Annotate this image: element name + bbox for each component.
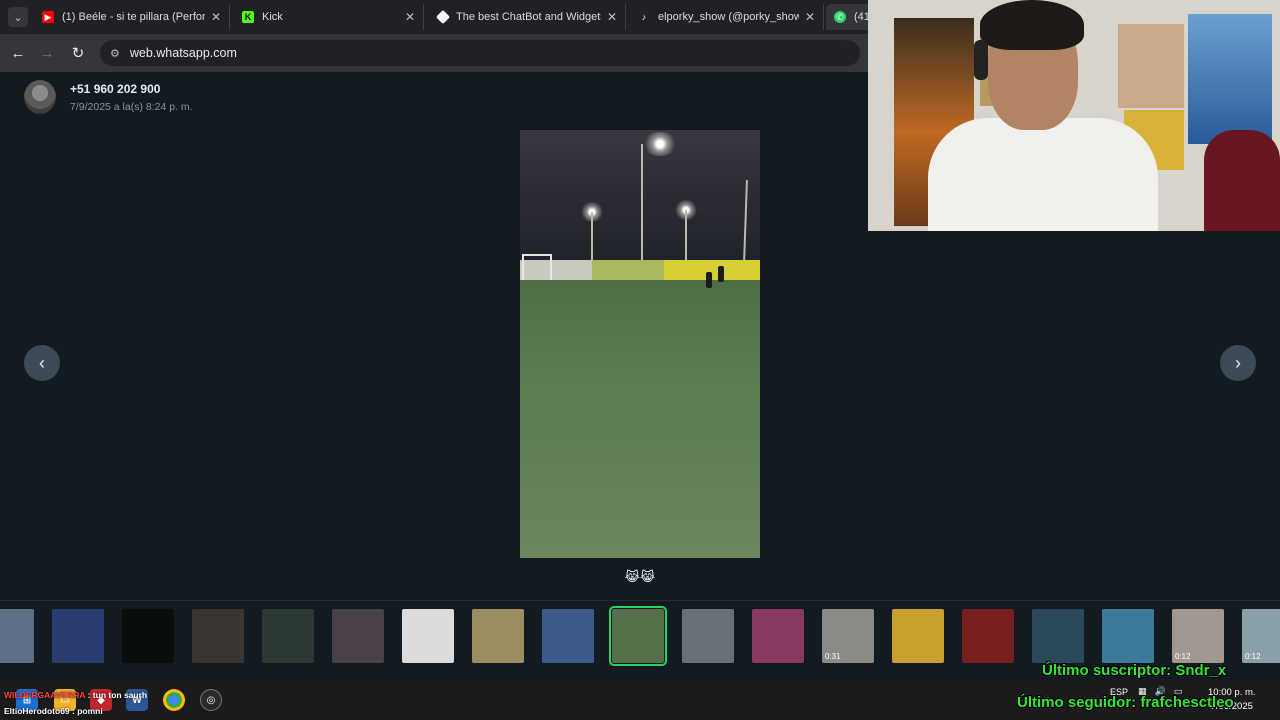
- close-icon[interactable]: ✕: [607, 10, 617, 24]
- grass-pitch: [520, 280, 760, 558]
- media-thumbnail[interactable]: [122, 609, 174, 663]
- stadium-wall: [520, 260, 760, 282]
- video-duration-badge: 0:12: [1175, 652, 1191, 661]
- poster: [1118, 24, 1184, 108]
- media-thumbnail[interactable]: [752, 609, 804, 663]
- player-figure: [706, 272, 712, 288]
- tab-label: (1) Beéle - si te pillara (Performa: [62, 11, 205, 23]
- close-icon[interactable]: ✕: [405, 10, 415, 24]
- streamelements-icon: [435, 9, 451, 25]
- stream-chat-overlay: WILDERGAAVERRA : tun ton saurh EltioHero…: [4, 687, 147, 719]
- forward-arrow-icon[interactable]: →: [36, 42, 58, 64]
- media-thumbnail[interactable]: [52, 609, 104, 663]
- media-thumbnail[interactable]: [192, 609, 244, 663]
- media-thumbnail[interactable]: 0:31: [822, 609, 874, 663]
- media-thumbnail[interactable]: 0:12: [1242, 609, 1280, 663]
- close-icon[interactable]: ✕: [211, 10, 221, 24]
- tab-streamelements[interactable]: The best ChatBot and Widgets ✕: [430, 4, 626, 30]
- person-body: [928, 118, 1158, 231]
- next-media-button[interactable]: ›: [1220, 345, 1256, 381]
- media-thumbnail[interactable]: [1102, 609, 1154, 663]
- media-thumbnail[interactable]: [472, 609, 524, 663]
- obs-icon[interactable]: ◎: [200, 689, 222, 711]
- chair: [1204, 130, 1280, 231]
- video-duration-badge: 0:12: [1245, 652, 1261, 661]
- media-thumbnail[interactable]: [262, 609, 314, 663]
- last-subscriber-overlay: Último suscriptor: Sndr_x: [1042, 662, 1227, 679]
- headset: [974, 40, 988, 80]
- whatsapp-icon: ✆: [834, 11, 846, 23]
- media-thumbnail[interactable]: [0, 609, 34, 663]
- address-url[interactable]: web.whatsapp.com: [130, 46, 237, 60]
- chrome-icon[interactable]: [163, 689, 185, 711]
- sender-name: +51 960 202 900: [70, 81, 161, 96]
- sender-info: +51 960 202 900 7/9/2025 a la(s) 8:24 p.…: [24, 80, 193, 114]
- media-video-frame[interactable]: [520, 130, 760, 558]
- floodlight: [642, 132, 678, 156]
- chat-message: : tun ton saurh: [87, 690, 148, 700]
- address-bar[interactable]: ⚙ web.whatsapp.com: [100, 40, 860, 66]
- webcam-overlay: [868, 0, 1280, 231]
- tab-kick[interactable]: K Kick ✕: [234, 4, 424, 30]
- soccer-goal: [522, 254, 552, 282]
- tab-label: elporky_show (@porky_showof: [658, 11, 799, 23]
- media-thumbnail[interactable]: [332, 609, 384, 663]
- site-settings-icon[interactable]: ⚙: [110, 47, 120, 60]
- chat-nick: WILDERGAAVERRA: [4, 690, 86, 700]
- media-thumbnail[interactable]: [1032, 609, 1084, 663]
- night-sky: [520, 130, 760, 280]
- media-thumbnail[interactable]: [402, 609, 454, 663]
- chat-message: : pomni: [72, 706, 103, 716]
- tab-tiktok[interactable]: ♪ elporky_show (@porky_showof ✕: [630, 4, 824, 30]
- sender-timestamp: 7/9/2025 a la(s) 8:24 p. m.: [70, 100, 193, 113]
- media-thumbnail[interactable]: [609, 606, 667, 666]
- tiktok-icon: ♪: [641, 12, 647, 22]
- media-thumbnail[interactable]: 0:12: [1172, 609, 1224, 663]
- chat-line: EltioHerodoto69 : pomni: [4, 703, 147, 719]
- chat-nick: EltioHerodoto69: [4, 706, 70, 716]
- media-thumbnail[interactable]: [892, 609, 944, 663]
- last-follower-overlay: Último seguidor: frafchesctleo: [1017, 694, 1234, 711]
- media-caption: 😹😹: [624, 569, 656, 584]
- tab-label: Kick: [262, 11, 283, 23]
- tab-search-chevron-icon[interactable]: ⌄: [8, 7, 28, 27]
- person-hair: [980, 0, 1084, 50]
- kick-icon: K: [242, 11, 254, 23]
- tab-youtube[interactable]: ▶ (1) Beéle - si te pillara (Performa ✕: [34, 4, 230, 30]
- back-arrow-icon[interactable]: ←: [7, 42, 29, 64]
- player-figure: [718, 266, 724, 282]
- media-thumbnail[interactable]: [682, 609, 734, 663]
- chat-line: WILDERGAAVERRA : tun ton saurh: [4, 687, 147, 703]
- video-duration-badge: 0:31: [825, 652, 841, 661]
- previous-media-button[interactable]: ‹: [24, 345, 60, 381]
- close-icon[interactable]: ✕: [805, 10, 815, 24]
- youtube-icon: ▶: [42, 11, 54, 23]
- tab-label: (41): [854, 11, 868, 23]
- tab-label: The best ChatBot and Widgets: [456, 11, 601, 23]
- chevron-right-icon: ›: [1235, 352, 1241, 373]
- avatar[interactable]: [24, 80, 56, 114]
- reload-icon[interactable]: ↻: [67, 42, 89, 64]
- chevron-left-icon: ‹: [39, 352, 45, 373]
- media-thumbnail[interactable]: [962, 609, 1014, 663]
- media-thumbnail[interactable]: [542, 609, 594, 663]
- poster: [1188, 14, 1272, 144]
